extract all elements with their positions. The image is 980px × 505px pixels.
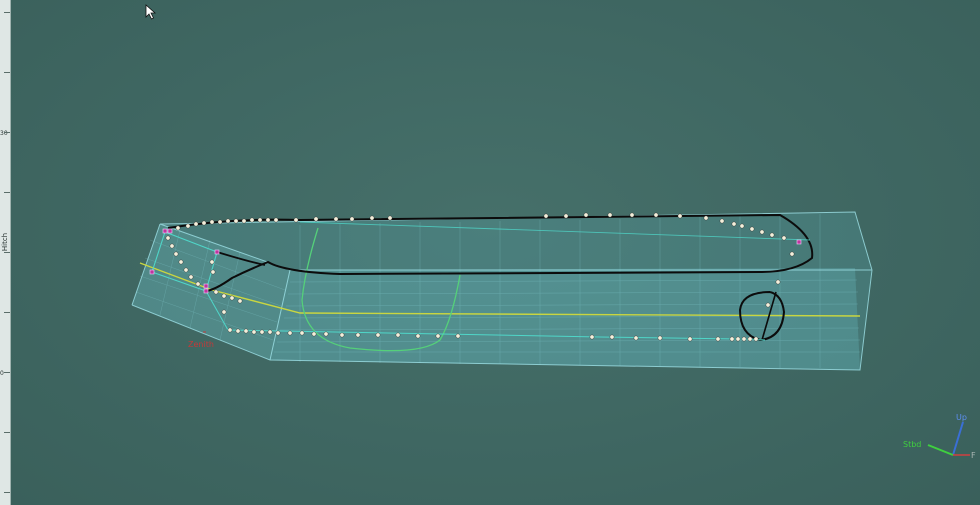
forward-axis-label: F [971, 451, 976, 460]
3d-viewport[interactable]: Hitch 30 0 Zenith Up Stbd F [0, 0, 980, 505]
starboard-axis-label: Stbd [903, 440, 921, 449]
mouse-cursor-icon [145, 4, 157, 20]
axis-triad: Up Stbd F [903, 413, 976, 460]
hull-scene[interactable]: Zenith Up Stbd F [0, 0, 980, 505]
origin-label: Zenith [188, 340, 214, 349]
up-axis-label: Up [956, 413, 967, 422]
up-axis [952, 421, 964, 456]
hull-box-side-face [270, 268, 860, 370]
starboard-axis [927, 444, 954, 456]
